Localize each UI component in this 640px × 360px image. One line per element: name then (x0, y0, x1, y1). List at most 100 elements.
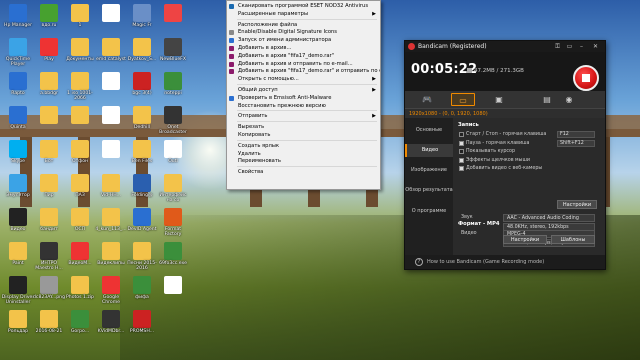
desktop-icon[interactable]: Photos 1.zip (63, 274, 97, 310)
desktop-icon[interactable]: Play (32, 36, 66, 72)
folder-icon[interactable]: ▤ (535, 93, 559, 106)
desktop-icon[interactable]: ВидеоМ... (63, 240, 97, 276)
context-menu-item[interactable]: Переименовать (227, 157, 380, 166)
desktop-icon[interactable]: Skype (1, 138, 35, 174)
sidebar-item[interactable]: Обзор результата (405, 184, 453, 197)
desktop-icon[interactable]: ИНТРО Maestro H... (32, 240, 66, 276)
desktop-icon[interactable]: PROMSH... (125, 308, 159, 344)
templates-button[interactable]: Шаблоны (551, 235, 595, 244)
context-menu-item[interactable]: Свойства (227, 168, 380, 177)
desktop-icon[interactable]: 4_kun_113_... (94, 206, 128, 242)
checkbox-box[interactable] (459, 166, 464, 171)
desktop-icon[interactable]: Onet Broadcaster (156, 104, 190, 140)
context-menu-item[interactable]: Восстановить прежнюю версию (227, 102, 380, 111)
desktop-icon[interactable]: Песни 2015-2016 (125, 240, 159, 276)
desktop-icon[interactable] (94, 70, 128, 106)
record-settings-button[interactable]: Настройки (557, 200, 597, 209)
gamepad-icon[interactable]: 🎮 (415, 93, 439, 106)
desktop-icon[interactable]: 1 iso 1001-2066 (63, 70, 97, 106)
desktop-icon[interactable]: Display Driver Uninstaller (1, 274, 35, 310)
desktop-icon[interactable]: Google Chrome (94, 274, 128, 310)
desktop-icon[interactable]: Эмулятор (1, 172, 35, 208)
desktop-icon[interactable] (63, 104, 97, 140)
desktop-icon[interactable] (32, 104, 66, 140)
desktop-icon[interactable]: 69fo3cc.exe (156, 240, 190, 276)
desktop-icon[interactable]: Rapto (1, 70, 35, 106)
desktop-icon[interactable]: NewBlueFX (156, 36, 190, 72)
rectangle-icon[interactable]: ▭ (451, 93, 475, 106)
option-checkbox[interactable]: Старт / Стоп - горячая клавиша (459, 131, 559, 138)
desktop-icon[interactable]: Отфон (63, 138, 97, 174)
hotkey-field[interactable]: F12 (557, 131, 595, 138)
close-button[interactable]: ✕ (591, 42, 600, 51)
minimize-button[interactable]: – (577, 42, 586, 51)
desktop-icon[interactable]: Paint (1, 240, 35, 276)
desktop-icon[interactable]: Gorpo... (63, 308, 97, 344)
desktop-icon[interactable]: Документы (63, 36, 97, 72)
desktop-icon[interactable]: Видеклипы (94, 240, 128, 276)
desktop-icon[interactable]: Hp Manager (1, 2, 35, 38)
record-stop-button[interactable] (573, 65, 599, 91)
desktop-icon[interactable]: 2016-08-21 (32, 308, 66, 344)
desktop-icon[interactable]: фифа (125, 274, 159, 310)
desktop-icon[interactable]: Рольдар (1, 308, 35, 344)
desktop-icon[interactable]: KVidMDbr... (94, 308, 128, 344)
desktop-icon[interactable]: Format Factory (156, 206, 190, 242)
checkbox-box[interactable] (459, 157, 464, 163)
desktop-icon[interactable]: DevID Agent (125, 206, 159, 242)
desktop-icon[interactable]: Интерфейс на со (156, 172, 190, 208)
desktop-icon[interactable] (94, 104, 128, 140)
sidebar-item[interactable]: Видео (405, 144, 453, 157)
desktop-icon[interactable]: Видео (1, 206, 35, 242)
desktop-icon[interactable]: QuickTime Player (1, 36, 35, 72)
sidebar-item[interactable]: Изображение (405, 164, 453, 177)
desktop-icon[interactable]: 1 (63, 2, 97, 38)
desktop-icon[interactable] (94, 2, 128, 38)
desktop-icon[interactable]: бандит (32, 206, 66, 242)
desktop-icon[interactable]: ОСП (63, 206, 97, 242)
status-bar[interactable]: ? How to use Bandicam (Game Recording mo… (405, 255, 605, 269)
desktop-icon[interactable]: Magic Fr (125, 2, 159, 38)
sidebar-item[interactable]: Основные (405, 124, 453, 137)
desktop-icon[interactable]: Outl (156, 138, 190, 174)
option-checkbox[interactable]: Добавить видео с веб-камеры (459, 165, 559, 172)
camera-icon[interactable]: ◉ (557, 93, 581, 106)
lock-icon[interactable]: ⚿ (553, 42, 562, 51)
desktop-icon[interactable] (156, 274, 190, 310)
checkbox-box[interactable] (459, 140, 464, 146)
resolution-bar[interactable]: 1920x1080 - (0, 0, 1920, 1080) (405, 108, 605, 118)
option-checkbox[interactable]: Показывать курсор (459, 148, 559, 155)
desktop-icon[interactable]: Vid-HH... (94, 172, 128, 208)
option-checkbox[interactable]: Пауза - горячая клавиша (459, 140, 559, 147)
desktop-icon[interactable]: noteppi (156, 70, 190, 106)
sidebar-item[interactable]: О программе (405, 205, 453, 218)
desktop-icon[interactable] (94, 138, 128, 174)
device-icon[interactable]: ▣ (487, 93, 511, 106)
desktop-icon-label: Photos 1.zip (66, 295, 94, 300)
checkbox-box[interactable] (459, 132, 464, 137)
context-menu-item[interactable]: Расширенные параметры ▶ (227, 10, 380, 19)
context-menu-item[interactable]: Открыть с помощью... ▶ (227, 75, 380, 84)
hotkey-field[interactable]: Shift+F12 (557, 139, 595, 147)
desktop-icon[interactable]: Dedhill (125, 104, 159, 140)
desktop-icon[interactable]: a.bbdgr (32, 70, 66, 106)
context-menu-item[interactable]: Отправить ▶ (227, 112, 380, 121)
option-checkbox[interactable]: Эффекты щелчков мыши (459, 157, 559, 164)
compact-icon[interactable]: ▭ (565, 42, 574, 51)
desktop-icon[interactable]: Dyatkov_S... (125, 36, 159, 72)
desktop-icon[interactable] (156, 2, 190, 38)
desktop-icon[interactable]: bgc 3(4) (125, 70, 159, 106)
bandicam-titlebar[interactable]: Bandicam (Registered) ⚿ ▭ – ✕ (405, 41, 605, 52)
context-menu-item[interactable]: Копировать (227, 131, 380, 140)
checkbox-box[interactable] (459, 149, 464, 154)
desktop-icon[interactable]: ПАЗ (63, 172, 97, 208)
format-settings-button[interactable]: Настройки (503, 235, 547, 244)
desktop-icon[interactable]: Ben Files (125, 138, 159, 174)
desktop-icon[interactable]: Quinta (1, 104, 35, 140)
desktop-icon[interactable]: dc823AY...png (32, 274, 66, 310)
desktop-icon[interactable]: вдо.ru (32, 2, 66, 38)
desktop-icon[interactable]: Folding@ (125, 172, 159, 208)
desktop-icon[interactable]: Пир (32, 172, 66, 208)
desktop-icon[interactable]: emd catalyst (94, 36, 128, 72)
desktop-icon[interactable]: Бот (32, 138, 66, 174)
